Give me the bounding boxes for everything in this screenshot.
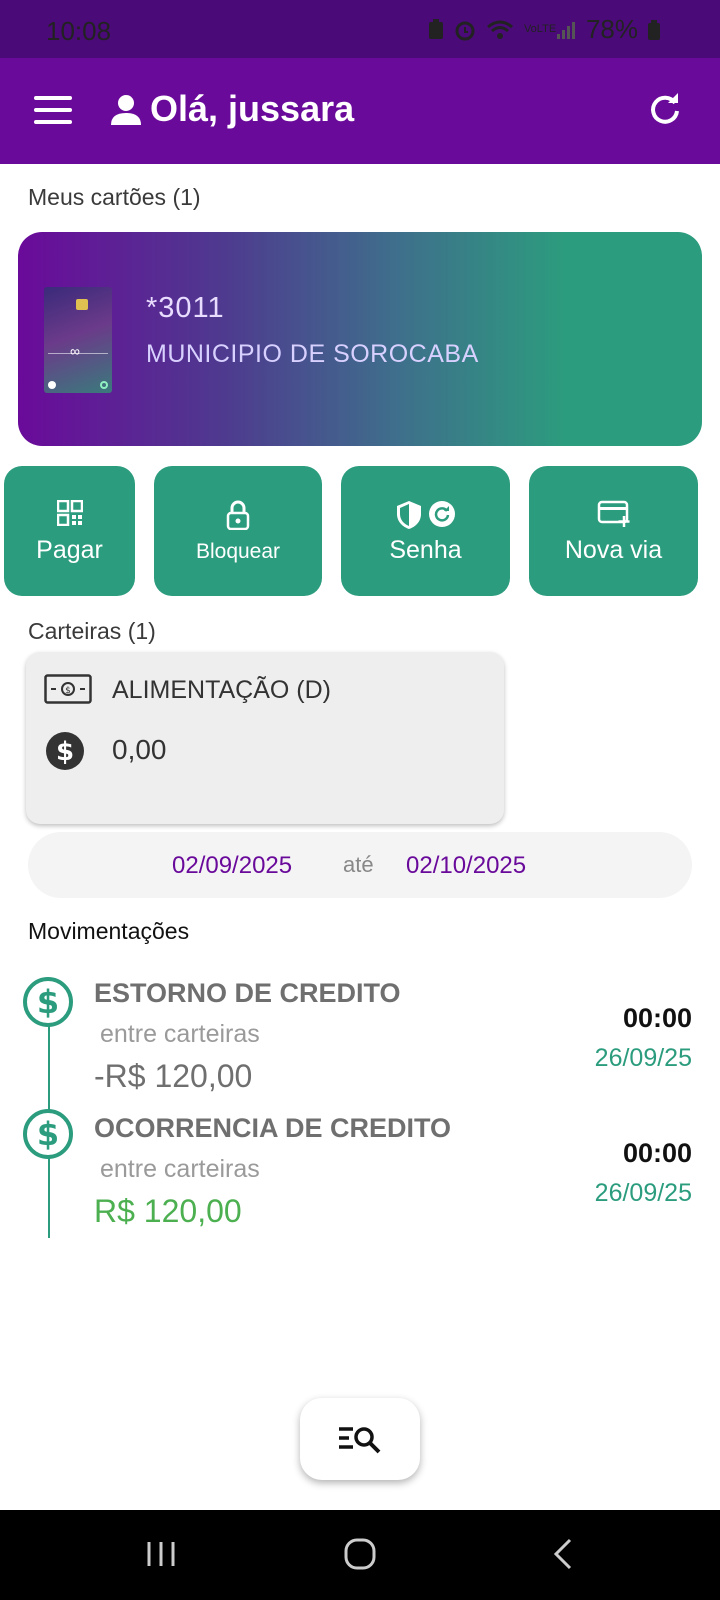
transaction-date: 26/09/25	[594, 1044, 692, 1072]
dollar-circle-icon: $	[23, 977, 73, 1027]
shield-icon	[396, 501, 421, 529]
transaction-date: 26/09/25	[594, 1179, 692, 1207]
block-button-label: Bloquear	[195, 540, 281, 563]
home-icon[interactable]	[344, 1538, 376, 1570]
user-icon	[111, 95, 141, 125]
transaction-time: 00:00	[622, 1138, 692, 1168]
transaction-subtitle: entre carteiras	[100, 1155, 260, 1183]
menu-icon	[34, 96, 72, 100]
transaction-amount: R$ 120,00	[94, 1193, 242, 1229]
wallet-name: ALIMENTAÇÃO (D)	[112, 676, 331, 704]
transaction-title: OCORRENCIA DE CREDITO	[94, 1113, 452, 1143]
wallet-card[interactable]: $ ALIMENTAÇÃO (D) $ 0,00	[26, 652, 504, 824]
new-card-button[interactable]: Nova via	[529, 466, 698, 596]
password-button-label: Senha	[389, 536, 462, 564]
payment-card[interactable]: ∞ *3011 MUNICIPIO DE SOROCABA	[18, 232, 702, 446]
password-button[interactable]: Senha	[341, 466, 510, 596]
block-button[interactable]: Bloquear	[154, 466, 322, 596]
movements-section-label: Movimentações	[28, 918, 190, 944]
refresh-circle-icon	[428, 501, 455, 527]
notification-icon	[428, 18, 443, 39]
lock-icon	[226, 500, 250, 530]
new-card-button-label: Nova via	[564, 536, 663, 564]
status-bar: 10:08 VoLTE 78%	[0, 0, 720, 58]
pay-button-label: Pagar	[36, 536, 103, 564]
alarm-icon	[455, 21, 475, 40]
cards-section-label: Meus cartões (1)	[28, 184, 201, 210]
svg-text:$: $	[56, 737, 74, 767]
card-thumbnail: ∞	[44, 287, 112, 393]
svg-text:$: $	[37, 1115, 59, 1153]
transaction-amount: -R$ 120,00	[94, 1058, 253, 1094]
date-range-selector: 02/09/2025 até 02/10/2025	[28, 832, 692, 898]
card-holder: MUNICIPIO DE SOROCABA	[146, 340, 479, 368]
dollar-coin-icon: $	[46, 732, 84, 770]
system-nav-bar	[0, 1510, 720, 1600]
cash-icon: $	[44, 674, 92, 704]
wallets-section-label: Carteiras (1)	[28, 618, 156, 644]
svg-text:$: $	[37, 983, 59, 1021]
transaction-title: ESTORNO DE CREDITO	[94, 978, 401, 1008]
card-number: *3011	[146, 292, 225, 324]
card-chip-icon	[76, 299, 88, 310]
wallet-balance: 0,00	[112, 734, 167, 765]
brand-mark-icon	[100, 381, 108, 389]
qr-code-icon	[56, 500, 83, 526]
greeting-title: Olá, jussara	[150, 88, 355, 129]
battery-percent: 78%	[585, 14, 638, 44]
brand-logo-icon	[48, 381, 56, 389]
filter-search-icon	[339, 1427, 381, 1454]
infinity-icon: ∞	[70, 343, 80, 359]
wifi-icon	[486, 20, 513, 39]
status-icons: VoLTE 78%	[428, 14, 660, 45]
svg-text:$: $	[65, 686, 71, 696]
status-time: 10:08	[46, 16, 112, 46]
card-add-icon	[597, 500, 629, 527]
filter-search-button[interactable]	[300, 1398, 420, 1480]
date-end[interactable]: 02/10/2025	[406, 852, 526, 880]
battery-icon	[648, 19, 660, 40]
refresh-icon[interactable]	[648, 92, 682, 126]
pay-button[interactable]: Pagar	[4, 466, 135, 596]
date-separator: até	[343, 852, 374, 877]
recents-icon[interactable]	[146, 1540, 176, 1568]
signal-icon	[556, 21, 575, 39]
back-icon[interactable]	[552, 1538, 574, 1570]
dollar-circle-icon: $	[23, 1109, 73, 1159]
date-start[interactable]: 02/09/2025	[172, 852, 292, 880]
volte-label: VoLTE	[523, 23, 557, 35]
menu-button[interactable]	[34, 96, 72, 126]
transaction-time: 00:00	[622, 1003, 692, 1033]
transaction-subtitle: entre carteiras	[100, 1020, 260, 1048]
app-bar: Olá, jussara	[0, 58, 720, 164]
